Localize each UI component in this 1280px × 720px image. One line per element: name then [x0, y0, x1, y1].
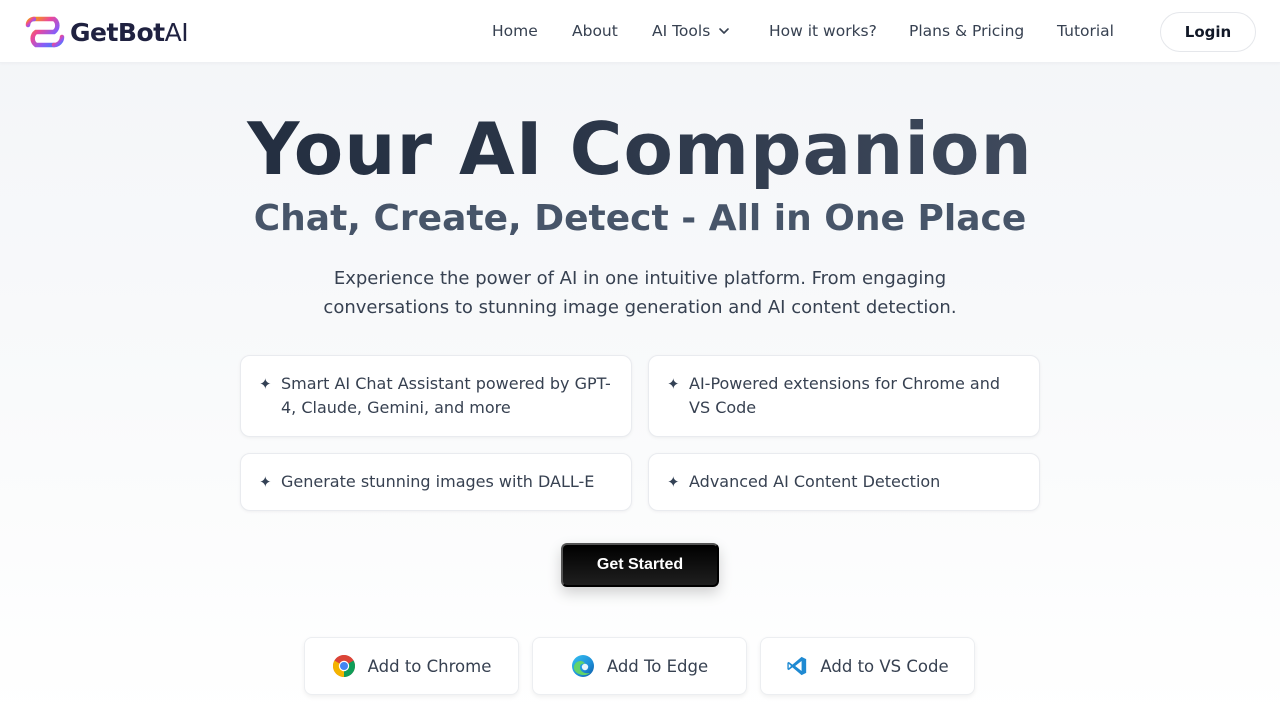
logo-text: GetBotAI — [70, 17, 189, 47]
add-to-chrome-button[interactable]: Add to Chrome — [304, 637, 519, 695]
sparkle-icon: ✦ — [667, 375, 680, 393]
logo-text-ai: AI — [164, 17, 189, 47]
nav-about[interactable]: About — [572, 22, 618, 40]
logo-text-main: GetBot — [70, 17, 165, 47]
nav-ai-tools-label: AI Tools — [652, 22, 711, 40]
add-to-vscode-label: Add to VS Code — [820, 656, 949, 676]
get-started-button[interactable]: Get Started — [561, 543, 719, 587]
hero-title: Your AI Companion — [0, 106, 1280, 192]
feature-card-extensions: ✦ AI-Powered extensions for Chrome and V… — [648, 355, 1040, 437]
chevron-down-icon — [719, 28, 730, 34]
add-to-edge-button[interactable]: Add To Edge — [532, 637, 747, 695]
sparkle-icon: ✦ — [259, 375, 272, 393]
nav-tutorial[interactable]: Tutorial — [1057, 22, 1114, 40]
nav-ai-tools[interactable]: AI Tools — [652, 22, 730, 40]
feature-text: Advanced AI Content Detection — [689, 472, 941, 491]
feature-text: AI-Powered extensions for Chrome and VS … — [689, 374, 1000, 417]
edge-icon — [571, 655, 594, 677]
add-to-vscode-button[interactable]: Add to VS Code — [760, 637, 975, 695]
feature-card-images: ✦ Generate stunning images with DALL-E — [240, 453, 632, 511]
feature-text: Generate stunning images with DALL-E — [281, 472, 595, 491]
login-button[interactable]: Login — [1160, 12, 1256, 52]
hero-subtitle: Chat, Create, Detect - All in One Place — [253, 198, 1027, 239]
nav-home[interactable]: Home — [492, 22, 538, 40]
logo[interactable]: GetBotAI — [24, 15, 189, 49]
getbot-logo-icon — [25, 16, 65, 48]
feature-card-chat: ✦ Smart AI Chat Assistant powered by GPT… — [240, 355, 632, 437]
site-header: GetBotAI Home About AI Tools How it work… — [0, 0, 1280, 63]
sparkle-icon: ✦ — [667, 473, 680, 491]
add-to-edge-label: Add To Edge — [606, 656, 709, 676]
chrome-icon — [332, 655, 355, 677]
vscode-icon — [787, 656, 807, 676]
feature-card-detection: ✦ Advanced AI Content Detection — [648, 453, 1040, 511]
add-to-chrome-label: Add to Chrome — [367, 656, 492, 676]
hero-description: Experience the power of AI in one intuit… — [323, 268, 957, 318]
nav-how-it-works[interactable]: How it works? — [769, 22, 877, 40]
feature-text: Smart AI Chat Assistant powered by GPT-4… — [281, 374, 611, 417]
sparkle-icon: ✦ — [259, 473, 272, 491]
nav-plans-pricing[interactable]: Plans & Pricing — [909, 22, 1024, 40]
